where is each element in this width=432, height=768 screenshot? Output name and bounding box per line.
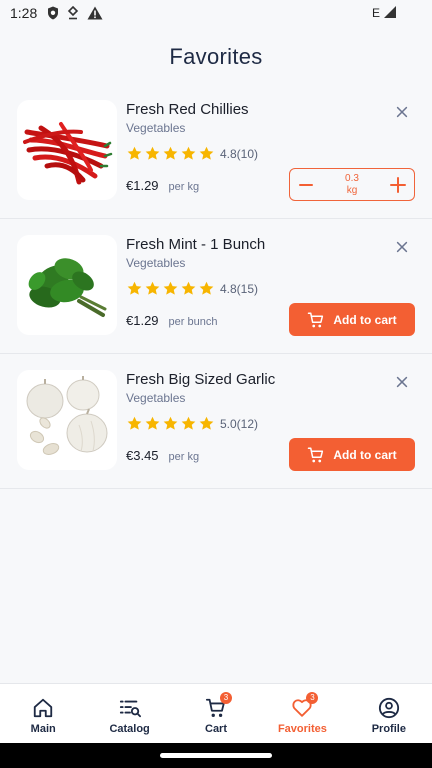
star-icon — [144, 280, 161, 297]
profile-icon — [376, 696, 402, 720]
star-icon — [162, 145, 179, 162]
cart-icon: 3 — [203, 692, 233, 720]
product-category: Vegetables — [126, 121, 186, 135]
product-rating: 5.0(12) — [126, 415, 258, 432]
home-icon — [30, 696, 56, 720]
nav-item-main[interactable]: Main — [0, 684, 86, 743]
close-icon — [395, 240, 409, 254]
price-row: €1.29 per kg — [126, 178, 199, 193]
add-to-cart-label: Add to cart — [333, 447, 397, 462]
status-time: 1:28 — [10, 5, 38, 21]
product-rating: 4.8(15) — [126, 280, 258, 297]
cart-icon — [307, 446, 325, 464]
signal-icon — [384, 5, 396, 21]
star-icon — [198, 415, 215, 432]
product-rating: 4.8(10) — [126, 145, 258, 162]
increase-button[interactable] — [389, 176, 407, 194]
list-item[interactable]: Fresh Red Chillies Vegetables 4.8(10) €1… — [0, 84, 432, 219]
product-category: Vegetables — [126, 391, 186, 405]
list-item[interactable]: Fresh Mint - 1 Bunch Vegetables 4.8(15) … — [0, 219, 432, 354]
star-icon — [126, 145, 143, 162]
page-title: Favorites — [169, 44, 263, 69]
nav-label: Main — [30, 723, 56, 735]
favorites-list: Fresh Red Chillies Vegetables 4.8(10) €1… — [0, 84, 432, 489]
shield-icon — [47, 6, 59, 20]
product-image[interactable] — [17, 235, 117, 335]
quantity-stepper[interactable]: 0.3 kg — [289, 168, 415, 201]
product-price: €1.29 — [126, 178, 159, 193]
rating-text: 4.8(15) — [220, 281, 259, 296]
plus-icon — [390, 176, 406, 193]
quantity-value: 0.3 kg — [345, 173, 359, 197]
system-nav-bar — [0, 743, 432, 768]
nav-label: Cart — [205, 723, 228, 735]
star-icon — [180, 280, 197, 297]
star-icon — [126, 415, 143, 432]
product-unit: per kg — [168, 181, 200, 193]
product-name[interactable]: Fresh Big Sized Garlic — [126, 371, 275, 388]
remove-favorite-button[interactable] — [394, 104, 410, 120]
quantity-number: 0.3 — [345, 172, 359, 184]
warning-icon — [87, 6, 103, 20]
close-icon — [395, 105, 409, 119]
rating-text: 5.0(12) — [220, 416, 259, 431]
product-unit: per bunch — [168, 316, 218, 328]
star-icon — [198, 145, 215, 162]
star-icon — [198, 280, 215, 297]
nav-item-favorites[interactable]: 3 Favorites — [259, 684, 345, 743]
product-price: €3.45 — [126, 448, 159, 463]
catalog-icon — [117, 696, 143, 720]
cart-badge: 3 — [220, 692, 233, 704]
remove-favorite-button[interactable] — [394, 239, 410, 255]
minus-icon — [299, 183, 313, 186]
decrease-button[interactable] — [297, 176, 315, 194]
quantity-unit: kg — [346, 184, 358, 196]
add-to-cart-label: Add to cart — [333, 312, 397, 327]
nav-item-cart[interactable]: 3 Cart — [173, 684, 259, 743]
star-icon — [144, 145, 161, 162]
product-name[interactable]: Fresh Red Chillies — [126, 101, 249, 118]
bottom-nav: Main Catalog 3 Cart 3 Favorites Profile — [0, 683, 432, 743]
list-item[interactable]: Fresh Big Sized Garlic Vegetables 5.0(12… — [0, 354, 432, 489]
nav-label: Profile — [371, 723, 406, 735]
favorites-badge: 3 — [306, 692, 319, 704]
status-bar: 1:28 E — [0, 0, 432, 26]
product-price: €1.29 — [126, 313, 159, 328]
download-icon — [67, 6, 79, 20]
heart-icon: 3 — [289, 692, 319, 720]
price-row: €1.29 per bunch — [126, 313, 217, 328]
add-to-cart-button[interactable]: Add to cart — [289, 303, 415, 336]
home-gesture-handle[interactable] — [160, 753, 272, 758]
star-icon — [180, 415, 197, 432]
product-category: Vegetables — [126, 256, 186, 270]
garlic-image — [26, 376, 108, 455]
product-name[interactable]: Fresh Mint - 1 Bunch — [126, 236, 265, 253]
nav-label: Catalog — [109, 723, 150, 735]
nav-item-profile[interactable]: Profile — [346, 684, 432, 743]
network-type: E — [371, 6, 380, 20]
star-icon — [180, 145, 197, 162]
star-icon — [162, 280, 179, 297]
product-image[interactable] — [17, 370, 117, 470]
nav-label: Favorites — [277, 723, 327, 735]
remove-favorite-button[interactable] — [394, 374, 410, 390]
star-icon — [144, 415, 161, 432]
rating-text: 4.8(10) — [220, 146, 259, 161]
product-unit: per kg — [168, 451, 200, 463]
star-icon — [126, 280, 143, 297]
add-to-cart-button[interactable]: Add to cart — [289, 438, 415, 471]
mint-image — [28, 258, 107, 317]
price-row: €3.45 per kg — [126, 448, 199, 463]
product-image[interactable] — [17, 100, 117, 200]
chillies-image — [23, 122, 113, 185]
cart-icon — [307, 311, 325, 329]
close-icon — [395, 375, 409, 389]
star-icon — [162, 415, 179, 432]
nav-item-catalog[interactable]: Catalog — [86, 684, 172, 743]
